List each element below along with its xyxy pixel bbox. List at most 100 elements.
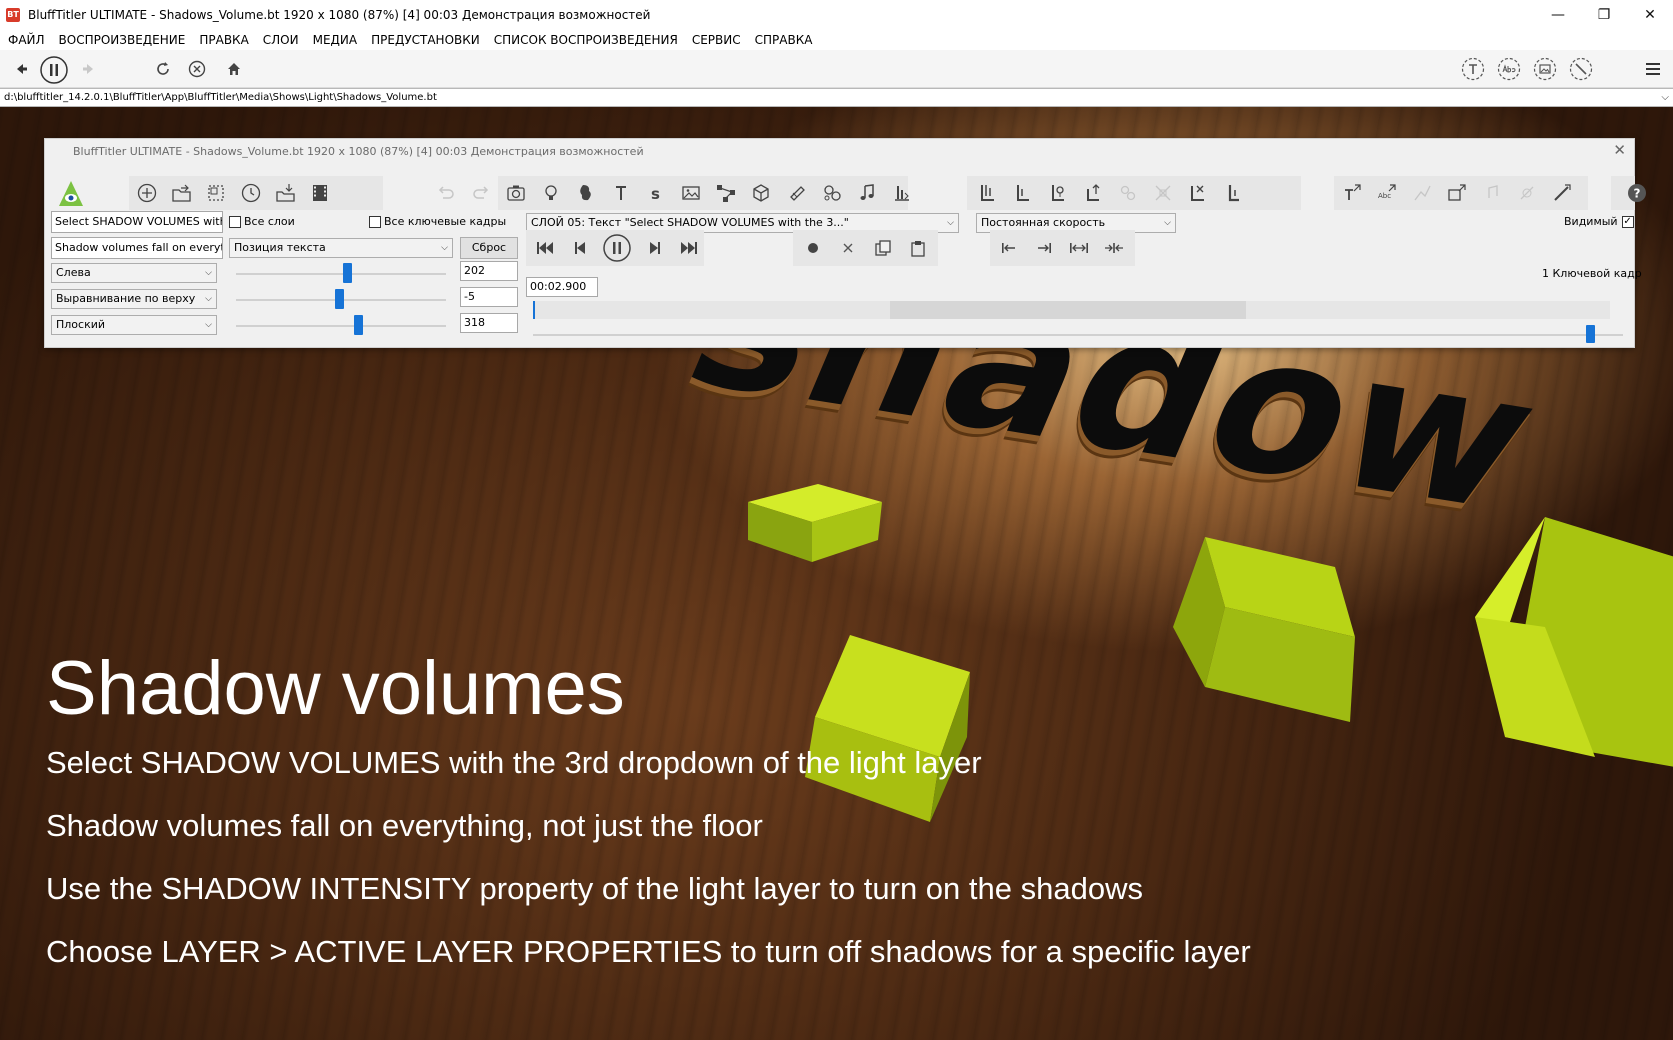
skip-end-icon[interactable] (676, 235, 702, 261)
effect-layer-icon[interactable] (1568, 56, 1594, 82)
particle-icon[interactable] (784, 180, 810, 206)
menu-playback[interactable]: ВОСПРОИЗВЕДЕНИЕ (59, 33, 186, 47)
stretch-icon[interactable] (1066, 235, 1092, 261)
path-bar[interactable]: d:\blufftitler_14.2.0.1\BluffTitler\App\… (0, 88, 1673, 107)
home-icon[interactable] (223, 58, 245, 80)
shapes-icon[interactable] (819, 180, 845, 206)
stop-icon[interactable] (186, 58, 208, 80)
help-icon[interactable]: ? (1624, 180, 1650, 206)
picture-layer-icon[interactable] (1532, 56, 1558, 82)
visible-checkbox[interactable]: ✓ Видимый (1564, 215, 1634, 228)
layer-add-icon[interactable] (975, 180, 1001, 206)
record-keyframe-icon[interactable] (800, 235, 826, 261)
music-expand-icon[interactable] (1479, 180, 1505, 206)
text-field-1[interactable]: Select SHADOW VOLUMES with the 3rd dropd… (51, 211, 223, 233)
value-z-field[interactable]: 318 (460, 313, 518, 333)
blufftitler-logo-icon[interactable] (56, 179, 86, 209)
picture-icon[interactable] (678, 180, 704, 206)
text-expand-icon[interactable] (1339, 180, 1365, 206)
audio-spectrum-icon[interactable] (889, 180, 915, 206)
panel-close-icon[interactable]: ✕ (1613, 141, 1626, 159)
wand-icon[interactable] (1549, 180, 1575, 206)
step-forward-icon[interactable] (642, 235, 668, 261)
property-select[interactable]: Позиция текста ⌵ (229, 238, 453, 258)
light-bulb-icon[interactable] (538, 180, 564, 206)
menu-file[interactable]: ФАЙЛ (8, 33, 45, 47)
slider-x-track[interactable] (236, 273, 446, 275)
picture-expand-icon[interactable] (1444, 180, 1470, 206)
abc-expand-icon[interactable]: Abc (1374, 180, 1400, 206)
path-icon[interactable] (713, 180, 739, 206)
prev-keyframe-icon[interactable] (996, 235, 1022, 261)
panel-pause-icon[interactable] (601, 232, 633, 264)
compress-icon[interactable] (1101, 235, 1127, 261)
refresh-icon[interactable] (152, 58, 174, 80)
text-icon[interactable] (608, 180, 634, 206)
redo-icon[interactable] (468, 180, 494, 206)
menu-tools[interactable]: СЕРВИС (692, 33, 741, 47)
slider-z-thumb[interactable] (353, 315, 363, 335)
new-show-icon[interactable] (134, 180, 160, 206)
clock-icon[interactable] (238, 180, 264, 206)
all-layers-box[interactable] (229, 215, 241, 228)
all-keyframes-box[interactable] (369, 215, 381, 228)
layer-insert-icon[interactable] (1220, 180, 1246, 206)
forward-icon[interactable] (78, 58, 100, 80)
menu-presets[interactable]: ПРЕДУСТАНОВКИ (371, 33, 480, 47)
timeline-slider-thumb[interactable] (1586, 325, 1596, 343)
select-frame-icon[interactable] (203, 180, 229, 206)
hamburger-menu-icon[interactable] (1642, 58, 1664, 80)
path-dropdown-icon[interactable]: ⌵ (1661, 89, 1669, 106)
menu-media[interactable]: МЕДИА (313, 33, 358, 47)
abc-layer-icon[interactable] (1496, 56, 1522, 82)
pause-icon[interactable] (38, 54, 70, 86)
open-show-icon[interactable] (169, 180, 195, 206)
layer-delete-icon[interactable] (1185, 180, 1211, 206)
close-button[interactable]: ✕ (1627, 0, 1673, 30)
path-expand-icon[interactable] (1409, 180, 1435, 206)
copy-keyframe-icon[interactable] (870, 235, 896, 261)
layer-up-icon[interactable] (1080, 180, 1106, 206)
align-vertical-select[interactable]: Выравнивание по верху ⌵ (51, 289, 217, 309)
effect-expand-icon[interactable] (1514, 180, 1540, 206)
minimize-button[interactable]: — (1535, 0, 1581, 30)
menu-layers[interactable]: СЛОИ (263, 33, 299, 47)
time-field[interactable]: 00:02.900 (526, 277, 598, 297)
value-y-field[interactable]: -5 (460, 287, 518, 307)
camera-icon[interactable] (503, 180, 529, 206)
text-layer-icon[interactable] (1460, 56, 1486, 82)
layer-split-icon[interactable] (1150, 180, 1176, 206)
next-keyframe-icon[interactable] (1031, 235, 1057, 261)
all-layers-checkbox[interactable]: Все слои (229, 215, 295, 228)
paste-keyframe-icon[interactable] (905, 235, 931, 261)
plasma-icon[interactable] (573, 180, 599, 206)
timeline-bar[interactable] (533, 301, 1610, 319)
value-x-field[interactable]: 202 (460, 261, 518, 281)
delete-keyframe-icon[interactable] (835, 235, 861, 261)
cube-icon[interactable] (748, 180, 774, 206)
slider-z-track[interactable] (236, 325, 446, 327)
film-icon[interactable] (307, 180, 333, 206)
maximize-button[interactable]: ❐ (1581, 0, 1627, 30)
style-select[interactable]: Плоский ⌵ (51, 315, 217, 335)
undo-icon[interactable] (433, 180, 459, 206)
import-icon[interactable] (273, 180, 299, 206)
menu-help[interactable]: СПРАВКА (755, 33, 813, 47)
script-text-icon[interactable]: s (643, 180, 669, 206)
visible-check-icon[interactable]: ✓ (1621, 215, 1634, 228)
all-keyframes-checkbox[interactable]: Все ключевые кадры (369, 215, 506, 228)
timeline-slider-track[interactable] (533, 334, 1623, 336)
music-note-icon[interactable] (854, 180, 880, 206)
slider-y-thumb[interactable] (334, 289, 344, 309)
menu-edit[interactable]: ПРАВКА (199, 33, 248, 47)
step-back-icon[interactable] (567, 235, 593, 261)
skip-start-icon[interactable] (532, 235, 558, 261)
back-icon[interactable] (10, 58, 32, 80)
layer-group-icon[interactable] (1115, 180, 1141, 206)
layer-duplicate-icon[interactable] (1010, 180, 1036, 206)
menu-playlist[interactable]: СПИСОК ВОСПРОИЗВЕДЕНИЯ (494, 33, 678, 47)
text-field-2[interactable]: Shadow volumes fall on everything, not j… (51, 237, 223, 259)
slider-x-thumb[interactable] (343, 263, 353, 283)
layer-link-icon[interactable] (1045, 180, 1071, 206)
reset-button[interactable]: Сброс (460, 237, 518, 259)
